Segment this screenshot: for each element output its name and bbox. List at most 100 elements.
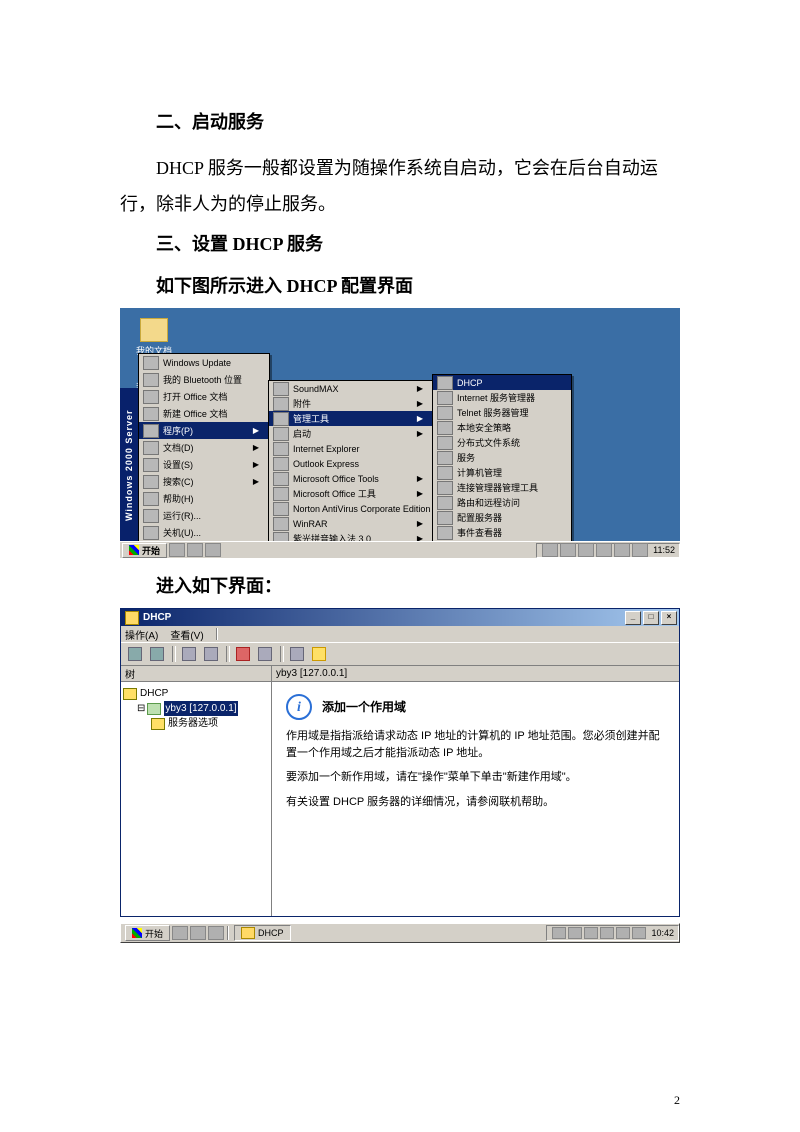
- admin-menu-item[interactable]: 本地安全策略: [433, 420, 571, 435]
- admin-menu-item[interactable]: 事件查看器: [433, 525, 571, 540]
- quicklaunch-icon[interactable]: [208, 926, 224, 940]
- admin-menu-item[interactable]: 计算机管理: [433, 465, 571, 480]
- forward-button[interactable]: [147, 645, 167, 663]
- programs-menu-item[interactable]: 启动▶: [269, 426, 433, 441]
- programs-menu-item[interactable]: Internet Explorer: [269, 441, 433, 456]
- menu-item-icon: [143, 441, 159, 455]
- menu-item-icon: [437, 376, 453, 390]
- menu-action[interactable]: 操作(A): [125, 627, 158, 642]
- taskbar-task-dhcp[interactable]: DHCP: [234, 925, 291, 941]
- start-button[interactable]: 开始: [125, 925, 170, 941]
- tray-icon[interactable]: [632, 927, 646, 939]
- tray-icon[interactable]: [596, 543, 612, 557]
- admin-menu-item[interactable]: Telnet 服务器管理: [433, 405, 571, 420]
- quicklaunch-icon[interactable]: [205, 543, 221, 557]
- tray-icon[interactable]: [568, 927, 582, 939]
- start-menu-item[interactable]: 搜索(C)▶: [139, 473, 269, 490]
- maximize-button[interactable]: □: [643, 611, 659, 625]
- tray-icon[interactable]: [578, 543, 594, 557]
- start-menu-item[interactable]: 程序(P)▶: [139, 422, 269, 439]
- admin-menu-item[interactable]: 分布式文件系统: [433, 435, 571, 450]
- desktop-icon-documents[interactable]: 我的文档: [132, 318, 176, 357]
- menu-item-label: 关机(U)...: [163, 526, 201, 539]
- tray-icon[interactable]: [632, 543, 648, 557]
- admin-menu-item[interactable]: 连接管理器管理工具: [433, 480, 571, 495]
- screenshot-desktop-startmenu: 我的文档 我的电脑 网上邻居 Windows 2000 Server Windo…: [120, 308, 680, 558]
- start-menu-item[interactable]: 帮助(H): [139, 490, 269, 507]
- menu-item-label: Microsoft Office Tools: [293, 474, 379, 484]
- content-paragraph: 作用域是指指派给请求动态 IP 地址的计算机的 IP 地址范围。您必须创建并配置…: [286, 728, 665, 761]
- back-button[interactable]: [125, 645, 145, 663]
- admin-menu-item[interactable]: 服务: [433, 450, 571, 465]
- delete-button[interactable]: [233, 645, 253, 663]
- start-menu-item[interactable]: 打开 Office 文档: [139, 388, 269, 405]
- menu-item-label: Internet Explorer: [293, 444, 360, 454]
- programs-menu-item[interactable]: Microsoft Office Tools▶: [269, 471, 433, 486]
- start-menu-item[interactable]: 设置(S)▶: [139, 456, 269, 473]
- minimize-button[interactable]: _: [625, 611, 641, 625]
- quicklaunch-icon[interactable]: [172, 926, 188, 940]
- menubar: 操作(A) 查看(V): [121, 626, 679, 642]
- menu-item-label: 我的 Bluetooth 位置: [163, 373, 242, 386]
- start-button[interactable]: 开始: [122, 543, 167, 558]
- properties-button[interactable]: [255, 645, 275, 663]
- programs-menu-item[interactable]: SoundMAX▶: [269, 381, 433, 396]
- tray-icon[interactable]: [552, 927, 566, 939]
- start-menu-item[interactable]: 我的 Bluetooth 位置: [139, 371, 269, 388]
- screenshot-dhcp-console: DHCP _ □ × 操作(A) 查看(V): [120, 608, 680, 943]
- menu-item-label: WinRAR: [293, 519, 328, 529]
- refresh-button[interactable]: [287, 645, 307, 663]
- close-button[interactable]: ×: [661, 611, 677, 625]
- quicklaunch-icon[interactable]: [187, 543, 203, 557]
- programs-menu-item[interactable]: Microsoft Office 工具▶: [269, 486, 433, 501]
- taskbar-clock: 11:52: [653, 545, 675, 555]
- show-hide-button[interactable]: [201, 645, 221, 663]
- tree-options-node[interactable]: 服务器选项: [151, 716, 269, 731]
- tree-root[interactable]: DHCP: [123, 686, 269, 701]
- programs-menu-item[interactable]: 附件▶: [269, 396, 433, 411]
- programs-menu-item[interactable]: WinRAR ▶: [269, 516, 433, 531]
- tray-icon[interactable]: [600, 927, 614, 939]
- submenu-arrow-icon: ▶: [409, 519, 423, 528]
- menu-item-icon: [143, 390, 159, 404]
- detail-content: i 添加一个作用域 作用域是指指派给请求动态 IP 地址的计算机的 IP 地址范…: [272, 682, 679, 916]
- menu-item-label: 程序(P): [163, 424, 193, 437]
- help-button[interactable]: [309, 645, 329, 663]
- start-menu-item[interactable]: 关机(U)...: [139, 524, 269, 541]
- tray-icon[interactable]: [542, 543, 558, 557]
- menu-item-icon: [437, 436, 453, 450]
- menu-item-icon: [273, 412, 289, 426]
- quicklaunch-icon[interactable]: [169, 543, 185, 557]
- start-menu-item[interactable]: 新建 Office 文档: [139, 405, 269, 422]
- start-menu-item[interactable]: 文档(D)▶: [139, 439, 269, 456]
- menu-item-label: 事件查看器: [457, 526, 502, 539]
- tree-server-node[interactable]: ⊟ yby3 [127.0.0.1]: [137, 701, 269, 716]
- quicklaunch-icon[interactable]: [190, 926, 206, 940]
- tree-server-label: yby3 [127.0.0.1]: [164, 701, 237, 716]
- menu-item-icon: [437, 481, 453, 495]
- programs-menu-item[interactable]: Outlook Express: [269, 456, 433, 471]
- taskbar: 开始 DHCP 10:42: [120, 923, 680, 943]
- menu-item-label: Windows Update: [163, 358, 231, 368]
- dhcp-icon: [241, 927, 255, 939]
- programs-menu-item[interactable]: Norton AntiVirus Corporate Edition▶: [269, 501, 433, 516]
- menu-item-icon: [143, 458, 159, 472]
- start-menu-item[interactable]: Windows Update: [139, 354, 269, 371]
- menu-view[interactable]: 查看(V): [170, 627, 203, 642]
- tray-icon[interactable]: [560, 543, 576, 557]
- admin-menu-item[interactable]: 路由和远程访问: [433, 495, 571, 510]
- admin-menu-item[interactable]: Internet 服务管理器: [433, 390, 571, 405]
- admin-menu-item[interactable]: 配置服务器: [433, 510, 571, 525]
- tray-icon[interactable]: [614, 543, 630, 557]
- admin-menu-item[interactable]: DHCP: [433, 375, 571, 390]
- programs-submenu: SoundMAX▶附件▶管理工具▶启动▶Internet ExplorerOut…: [268, 380, 434, 558]
- tray-icon[interactable]: [584, 927, 598, 939]
- start-menu-item[interactable]: 运行(R)...: [139, 507, 269, 524]
- window-titlebar: DHCP _ □ ×: [121, 609, 679, 626]
- menu-item-icon: [437, 526, 453, 540]
- programs-menu-item[interactable]: 管理工具▶: [269, 411, 433, 426]
- up-button[interactable]: [179, 645, 199, 663]
- menu-item-label: 附件: [293, 397, 311, 410]
- taskbar-task-label: DHCP: [258, 928, 284, 938]
- tray-icon[interactable]: [616, 927, 630, 939]
